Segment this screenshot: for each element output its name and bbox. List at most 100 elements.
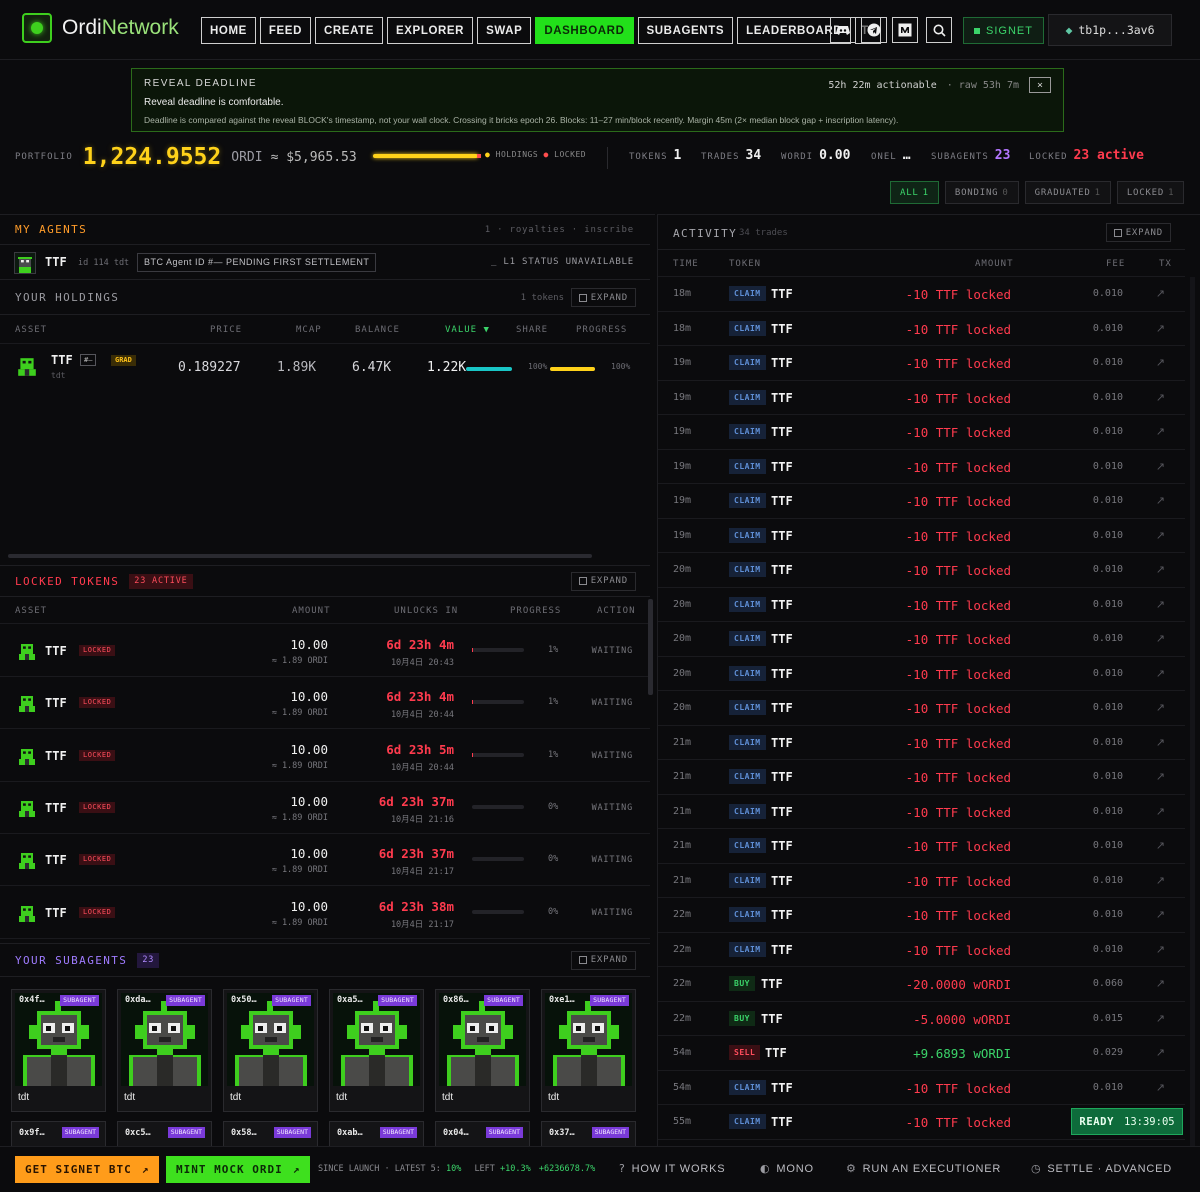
activity-row[interactable]: 22m CLAIM TTF -10 TTF locked 0.010 ↗ [658,933,1185,967]
filter-graduated[interactable]: GRADUATED 1 [1024,181,1111,204]
banner-close-button[interactable]: × [1029,77,1051,93]
tx-link-icon[interactable]: ↗ [1156,874,1165,887]
activity-row[interactable]: 21m CLAIM TTF -10 TTF locked 0.010 ↗ [658,795,1185,829]
tx-link-icon[interactable]: ↗ [1156,1081,1165,1094]
activity-row[interactable]: 19m CLAIM TTF -10 TTF locked 0.010 ↗ [658,381,1185,415]
how-it-works-link[interactable]: ? HOW IT WORKS [619,1162,725,1175]
tx-link-icon[interactable]: ↗ [1156,736,1165,749]
filter-all[interactable]: ALL 1 [890,181,939,204]
activity-row[interactable]: 54m CLAIM TTF -10 TTF locked 0.010 ↗ [658,1071,1185,1105]
tx-link-icon[interactable]: ↗ [1156,598,1165,611]
subagent-card[interactable]: 0x04… SUBAGENT [435,1121,530,1148]
tx-link-icon[interactable]: ↗ [1156,1046,1165,1059]
locked-row[interactable]: TTF LOCKED 10.00 ≈ 1.89 ORDI 6d 23h 37m … [0,834,650,887]
activity-row[interactable]: 20m CLAIM TTF -10 TTF locked 0.010 ↗ [658,588,1185,622]
activity-row[interactable]: 20m CLAIM TTF -10 TTF locked 0.010 ↗ [658,691,1185,726]
tx-link-icon[interactable]: ↗ [1156,391,1165,404]
agent-row[interactable]: TTF id 114 tdt BTC Agent ID #— PENDING F… [0,246,650,280]
nav-explorer[interactable]: EXPLORER [387,17,474,44]
tx-link-icon[interactable]: ↗ [1156,908,1165,921]
activity-row[interactable]: 20m CLAIM TTF -10 TTF locked 0.010 ↗ [658,622,1185,657]
col-value[interactable]: VALUE ▼ [445,325,490,335]
col-share[interactable]: SHARE [516,325,548,335]
locked-row[interactable]: TTF LOCKED 10.00 ≈ 1.89 ORDI 6d 23h 37m … [0,782,650,834]
col-mcap[interactable]: MCAP [296,325,322,335]
locked-expand-button[interactable]: EXPAND [570,571,636,591]
tx-link-icon[interactable]: ↗ [1156,943,1165,956]
nav-dashboard[interactable]: DASHBOARD [535,17,634,44]
subagent-card[interactable]: 0x86… SUBAGENT tdt [435,989,530,1112]
wallet-button[interactable]: ◆ tb1p...3av6 [1048,14,1172,46]
tx-link-icon[interactable]: ↗ [1156,805,1165,818]
tx-link-icon[interactable]: ↗ [1156,667,1165,680]
nav-create[interactable]: CREATE [314,17,384,44]
holding-row[interactable]: TTF #— GRAD tdt 0.189227 1.89K 6.47K 1.2… [0,345,650,391]
holdings-expand-button[interactable]: EXPAND [570,288,636,307]
subagent-card[interactable]: 0x58… SUBAGENT [223,1121,318,1148]
get-signet-btc-button[interactable]: GET SIGNET BTC ↗ [15,1156,160,1183]
locked-row[interactable]: TTF LOCKED 10.00 ≈ 1.89 ORDI 6d 23h 38m … [0,887,650,939]
activity-row[interactable]: 19m CLAIM TTF -10 TTF locked 0.010 ↗ [658,346,1185,381]
subagent-card[interactable]: 0xab… SUBAGENT [329,1121,424,1148]
activity-row[interactable]: 54m SELL TTF +9.6893 wORDI 0.029 ↗ [658,1036,1185,1071]
activity-expand-button[interactable]: EXPAND [1105,223,1171,242]
tx-link-icon[interactable]: ↗ [1156,529,1165,542]
tx-link-icon[interactable]: ↗ [1156,770,1165,783]
settle-advanced-link[interactable]: ◷ SETTLE · ADVANCED [1031,1162,1172,1175]
filter-locked[interactable]: LOCKED 1 [1116,181,1185,204]
subagent-card[interactable]: 0xe1… SUBAGENT tdt [541,989,636,1112]
run-executioner-link[interactable]: ⚙ RUN AN EXECUTIONER [846,1162,1001,1175]
activity-row[interactable]: 19m CLAIM TTF -10 TTF locked 0.010 ↗ [658,415,1185,450]
subagent-card[interactable]: 0x37… SUBAGENT [541,1121,636,1148]
activity-row[interactable]: 21m CLAIM TTF -10 TTF locked 0.010 ↗ [658,864,1185,898]
subagent-card[interactable]: 0xa5… SUBAGENT tdt [329,989,424,1112]
nav-home[interactable]: HOME [201,17,256,44]
nav-swap[interactable]: SWAP [477,17,532,44]
tx-link-icon[interactable]: ↗ [1156,322,1165,335]
locked-row[interactable]: TTF LOCKED 10.00 ≈ 1.89 ORDI 6d 23h 4m 1… [0,625,650,677]
locked-row[interactable]: TTF LOCKED 10.00 ≈ 1.89 ORDI 6d 23h 5m 1… [0,730,650,782]
mono-toggle[interactable]: ◐ MONO [760,1162,814,1175]
activity-row[interactable]: 22m CLAIM TTF -10 TTF locked 0.010 ↗ [658,898,1185,933]
subagents-expand-button[interactable]: EXPAND [570,950,636,970]
activity-row[interactable]: 18m CLAIM TTF -10 TTF locked 0.010 ↗ [658,277,1185,312]
activity-row[interactable]: 22m BUY TTF -20.0000 wORDI 0.060 ↗ [658,967,1185,1002]
tx-link-icon[interactable]: ↗ [1156,287,1165,300]
activity-row[interactable]: 21m CLAIM TTF -10 TTF locked 0.010 ↗ [658,829,1185,864]
tx-link-icon[interactable]: ↗ [1156,460,1165,473]
activity-row[interactable]: 20m CLAIM TTF -10 TTF locked 0.010 ↗ [658,657,1185,691]
activity-row[interactable]: 19m CLAIM TTF -10 TTF locked 0.010 ↗ [658,450,1185,484]
col-balance[interactable]: BALANCE [355,325,400,335]
activity-row[interactable]: 21m CLAIM TTF -10 TTF locked 0.010 ↗ [658,760,1185,795]
activity-row[interactable]: 19m CLAIM TTF -10 TTF locked 0.010 ↗ [658,484,1185,519]
tx-link-icon[interactable]: ↗ [1156,1012,1165,1025]
activity-row[interactable]: 20m CLAIM TTF -10 TTF locked 0.010 ↗ [658,553,1185,588]
network-badge[interactable]: SIGNET [963,17,1044,44]
brand-logo[interactable]: OrdiNetwork [22,13,179,43]
locked-row[interactable]: TTF LOCKED 10.00 ≈ 1.89 ORDI 6d 23h 4m 1… [0,677,650,730]
subagent-card[interactable]: 0x4f… SUBAGENT tdt [11,989,106,1112]
horizontal-scrollbar[interactable] [8,554,592,558]
col-progress[interactable]: PROGRESS [576,325,627,335]
tx-link-icon[interactable]: ↗ [1156,563,1165,576]
locked-scrollbar[interactable] [648,599,653,695]
tx-link-icon[interactable]: ↗ [1156,701,1165,714]
mint-mock-ordi-button[interactable]: MINT MOCK ORDI ↗ [166,1156,311,1183]
nav-feed[interactable]: FEED [259,17,311,44]
subagent-card[interactable]: 0x9f… SUBAGENT [11,1121,106,1148]
search-icon[interactable] [926,17,952,43]
activity-row[interactable]: 21m CLAIM TTF -10 TTF locked 0.010 ↗ [658,726,1185,760]
activity-scrollbar[interactable] [1190,277,1195,1147]
col-price[interactable]: PRICE [210,325,242,335]
col-asset[interactable]: ASSET [15,325,47,335]
tx-link-icon[interactable]: ↗ [1156,425,1165,438]
activity-row[interactable]: 19m CLAIM TTF -10 TTF locked 0.010 ↗ [658,519,1185,553]
nav-subagents[interactable]: SUBAGENTS [637,17,734,44]
discord-icon[interactable] [830,17,856,43]
activity-row[interactable]: 18m CLAIM TTF -10 TTF locked 0.010 ↗ [658,312,1185,346]
subagent-card[interactable]: 0x50… SUBAGENT tdt [223,989,318,1112]
activity-row[interactable]: 22m BUY TTF -5.0000 wORDI 0.015 ↗ [658,1002,1185,1036]
tx-link-icon[interactable]: ↗ [1156,632,1165,645]
subagent-card[interactable]: 0xc5… SUBAGENT [117,1121,212,1148]
tx-link-icon[interactable]: ↗ [1156,839,1165,852]
